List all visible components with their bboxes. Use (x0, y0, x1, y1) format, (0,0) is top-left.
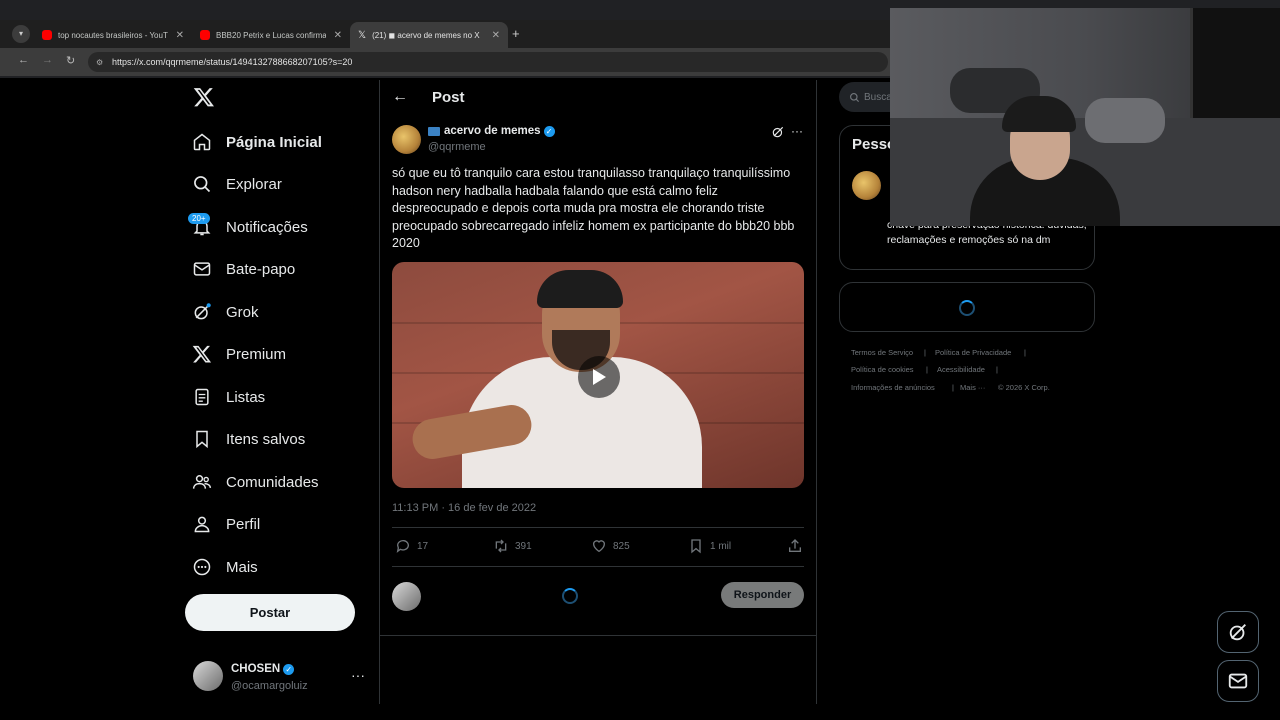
avatar (392, 582, 421, 611)
reply-icon (396, 540, 409, 553)
grok-icon (1229, 624, 1246, 641)
site-info-icon[interactable]: ⚙ (96, 58, 103, 67)
share-icon (789, 539, 801, 552)
loading-spinner-icon (959, 300, 975, 316)
close-icon[interactable]: ✕ (176, 30, 184, 41)
browser-tab-2[interactable]: BBB20 Petrix e Lucas confirmar ✕ (192, 22, 350, 48)
window (1190, 8, 1280, 118)
play-button[interactable] (578, 356, 620, 398)
account-name: CHOSEN (231, 663, 281, 675)
divider (380, 635, 816, 636)
notification-badge: 20+ (188, 213, 210, 224)
back-arrow-icon[interactable]: ← (392, 88, 408, 106)
sidebar-item-more[interactable]: Mais (192, 551, 258, 583)
sidebar-item-premium[interactable]: Premium (192, 338, 286, 370)
footer-separator: | (952, 383, 954, 392)
grok-icon[interactable] (771, 125, 785, 144)
tweet-text: só que eu tô tranquilo cara estou tranqu… (392, 166, 795, 250)
like-action[interactable]: 825 (591, 538, 630, 554)
messages-floating-button[interactable] (1217, 660, 1259, 702)
browser-tab-3[interactable]: 𝕏 (21) ◼ acervo de memes no X ✕ (350, 22, 508, 48)
author-handle[interactable]: @qqrmeme (428, 141, 486, 153)
footer-separator: | (924, 348, 926, 357)
grok-icon (194, 303, 211, 320)
tab-list-button[interactable]: ▾ (12, 25, 30, 43)
verified-badge-icon: ✓ (543, 125, 555, 137)
mail-icon (193, 262, 211, 276)
tweet-timestamp[interactable]: 11:13 PM · 16 de fev de 2022 (392, 502, 536, 514)
account-switcher[interactable]: CHOSEN ✓ @ocamargoluiz ··· (193, 661, 368, 695)
bookmark-action[interactable]: 1 mil (688, 538, 731, 554)
play-icon (593, 369, 606, 385)
new-tab-button[interactable]: + (512, 26, 520, 41)
x-logo-icon (192, 345, 212, 363)
author-avatar[interactable] (392, 125, 421, 154)
more-icon[interactable]: ··· (351, 667, 365, 683)
list-icon (195, 388, 209, 406)
more-circle-icon (193, 558, 211, 576)
youtube-icon (42, 30, 52, 40)
avatar (193, 661, 223, 691)
footer-link-terms[interactable]: Termos de Serviço (851, 348, 913, 357)
footer-separator: | (926, 365, 928, 374)
bookmark-icon (691, 539, 701, 554)
footer-link-accessibility[interactable]: Acessibilidade (937, 365, 985, 374)
loading-spinner-icon (562, 588, 578, 604)
back-icon[interactable]: ← (18, 54, 29, 66)
divider (392, 527, 804, 528)
people-icon (192, 475, 212, 489)
address-bar[interactable]: ⚙ https://x.com/qqrmeme/status/149413278… (88, 52, 888, 72)
post-button[interactable]: Postar (185, 594, 355, 631)
forward-icon[interactable]: → (42, 54, 53, 66)
x-logo-icon: 𝕏 (358, 29, 367, 41)
sidebar-item-profile[interactable]: Perfil (192, 508, 260, 540)
x-logo-icon[interactable] (193, 86, 215, 113)
sidebar-item-communities[interactable]: Comunidades (192, 466, 319, 498)
footer-separator: | (1024, 348, 1026, 357)
copyright: © 2026 X Corp. (998, 383, 1050, 392)
verified-badge-icon: ✓ (283, 663, 295, 675)
webcam-overlay (890, 8, 1280, 226)
reload-icon[interactable]: ↻ (66, 54, 75, 67)
repost-action[interactable]: 391 (493, 538, 532, 554)
close-icon[interactable]: ✕ (492, 30, 500, 41)
footer-link-cookies[interactable]: Política de cookies (851, 365, 914, 374)
folder-icon (428, 126, 440, 136)
pillow (1085, 98, 1165, 143)
youtube-icon (200, 30, 210, 40)
browser-tab-1[interactable]: top nocautes brasileiros - YouT ✕ (34, 22, 192, 48)
person-icon (194, 516, 210, 533)
author-name[interactable]: acervo de memes (444, 125, 541, 137)
divider (392, 566, 804, 567)
sidebar-item-home[interactable]: Página Inicial (192, 126, 322, 158)
search-icon (194, 176, 211, 193)
sidebar-item-explore[interactable]: Explorar (192, 168, 282, 200)
more-icon[interactable]: ··· (791, 124, 803, 138)
sidebar-item-lists[interactable]: Listas (192, 381, 265, 413)
account-handle: @ocamargoluiz (231, 680, 308, 692)
footer-separator: | (996, 365, 998, 374)
bookmark-icon (196, 430, 208, 449)
repost-icon (495, 539, 507, 553)
share-action[interactable] (787, 538, 809, 554)
footer-link-more[interactable]: Mais ··· (960, 383, 985, 392)
reply-action[interactable]: 17 (395, 538, 428, 554)
trends-card (839, 282, 1095, 332)
mail-icon (1228, 673, 1248, 689)
close-icon[interactable]: ✕ (334, 30, 342, 41)
reply-button[interactable]: Responder (721, 582, 804, 608)
grok-floating-button[interactable] (1217, 611, 1259, 653)
home-icon (193, 133, 211, 151)
author-avatar[interactable] (852, 171, 881, 200)
sidebar-item-chat[interactable]: Bate-papo (192, 253, 295, 285)
footer-link-ads[interactable]: Informações de anúncios (851, 383, 935, 392)
page-title: Post (432, 89, 465, 106)
search-icon (850, 92, 860, 102)
cap (537, 270, 623, 308)
sidebar-item-bookmarks[interactable]: Itens salvos (192, 423, 305, 455)
heart-icon (593, 540, 605, 553)
footer-link-privacy[interactable]: Política de Privacidade (935, 348, 1011, 357)
sidebar-item-grok[interactable]: Grok (192, 296, 259, 328)
